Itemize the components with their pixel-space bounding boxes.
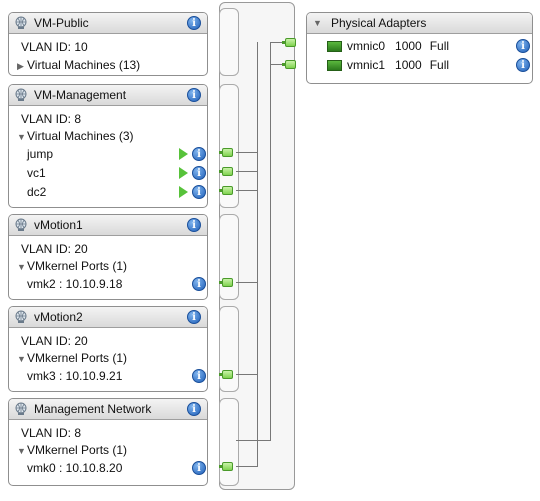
vlan-id-label: VLAN ID: 20 [21,334,88,348]
port-group-vm-public[interactable]: VM-Public i VLAN ID: 10 ▶ Virtual Machine… [8,12,208,76]
vlan-id-label: VLAN ID: 8 [21,426,82,440]
nic-speed: 1000 [395,58,422,72]
collapse-triangle-icon[interactable]: ▼ [313,18,323,28]
info-icon[interactable]: i [187,88,201,102]
port-connector-icon[interactable] [219,167,233,176]
vmkernel-port-item[interactable]: vmk2 : 10.10.9.18 [27,277,122,291]
port-connector-icon[interactable] [219,186,233,195]
collapse-triangle-icon[interactable]: ▼ [17,354,27,364]
port-connector-icon[interactable] [219,148,233,157]
physical-adapters-header[interactable]: ▼ Physical Adapters [307,13,532,34]
network-globe-icon [15,218,27,231]
port-group-title: vMotion2 [34,310,83,324]
section-label: VMkernel Ports (1) [27,259,128,273]
section-label: VMkernel Ports (1) [27,351,128,365]
info-icon[interactable]: i [187,402,201,416]
nic-card-icon [327,59,342,71]
vm-item-dc2[interactable]: dc2 [27,185,46,199]
vswitch-segment [219,398,239,486]
power-on-icon[interactable] [179,186,188,198]
section-toggle[interactable]: ▶ Virtual Machines (13) [17,58,140,72]
port-group-title: VM-Public [34,16,89,30]
port-connector-icon[interactable] [219,462,233,471]
port-group-vm-management[interactable]: VM-Management i VLAN ID: 8 ▼Virtual Mach… [8,84,208,208]
collapse-triangle-icon[interactable]: ▼ [17,262,27,272]
section-label: Virtual Machines (3) [27,129,134,143]
vmkernel-port-item[interactable]: vmk0 : 10.10.8.20 [27,461,122,475]
port-group-title: Management Network [34,402,152,416]
vlan-id-label: VLAN ID: 10 [21,40,88,54]
vmkernel-port-item[interactable]: vmk3 : 10.10.9.21 [27,369,122,383]
section-toggle[interactable]: ▼Virtual Machines (3) [17,129,134,143]
nic-name: vmnic1 [347,58,386,72]
collapse-triangle-icon[interactable]: ▼ [17,132,27,142]
section-label: VMkernel Ports (1) [27,443,128,457]
nic-row-vmnic1[interactable]: vmnic1 1000 Full [327,58,449,72]
collapse-triangle-icon[interactable]: ▼ [17,446,27,456]
section-toggle[interactable]: ▼VMkernel Ports (1) [17,443,127,457]
info-icon[interactable]: i [187,16,201,30]
info-icon[interactable]: i [192,277,206,291]
uplink-port-icon[interactable] [282,60,296,69]
vlan-id-label: VLAN ID: 8 [21,112,82,126]
port-group-header[interactable]: VM-Public i [9,13,207,34]
network-globe-icon [15,16,27,29]
network-globe-icon [15,402,27,415]
port-link-line [236,152,258,153]
port-link-line [236,282,258,283]
port-link-line [236,171,258,172]
uplink-port-icon[interactable] [282,38,296,47]
vm-item-jump[interactable]: jump [27,147,53,161]
power-on-icon[interactable] [179,148,188,160]
power-on-icon[interactable] [179,167,188,179]
port-connector-icon[interactable] [219,370,233,379]
network-globe-icon [15,310,27,323]
port-group-management-network[interactable]: Management Network i VLAN ID: 8 ▼VMkerne… [8,398,208,486]
section-toggle[interactable]: ▼VMkernel Ports (1) [17,259,127,273]
info-icon[interactable]: i [516,58,530,72]
vswitch-segment [219,306,239,392]
info-icon[interactable]: i [192,185,206,199]
port-connector-icon[interactable] [219,278,233,287]
port-group-header[interactable]: VM-Management i [9,85,207,106]
vswitch-segment [219,214,239,300]
network-globe-icon [15,88,27,101]
nic-row-vmnic0[interactable]: vmnic0 1000 Full [327,39,449,53]
port-group-header[interactable]: vMotion1 i [9,215,207,236]
port-group-title: vMotion1 [34,218,83,232]
physical-adapters-panel[interactable]: ▼ Physical Adapters vmnic0 1000 Full i v… [306,12,533,84]
info-icon[interactable]: i [192,461,206,475]
info-icon[interactable]: i [192,166,206,180]
info-icon[interactable]: i [192,369,206,383]
expand-triangle-icon[interactable]: ▶ [17,61,27,72]
vlan-id-label: VLAN ID: 20 [21,242,88,256]
port-link-line [236,190,258,191]
port-link-line [236,440,271,441]
physical-adapters-title: Physical Adapters [331,16,427,30]
port-group-header[interactable]: vMotion2 i [9,307,207,328]
nic-card-icon [327,40,342,52]
vswitch-bus-line [270,42,271,440]
nic-speed: 1000 [395,39,422,53]
nic-name: vmnic0 [347,39,386,53]
port-link-line [236,466,258,467]
port-group-vmotion1[interactable]: vMotion1 i VLAN ID: 20 ▼VMkernel Ports (… [8,214,208,300]
nic-duplex: Full [429,58,450,72]
vm-item-vc1[interactable]: vc1 [27,166,46,180]
port-link-line [236,374,258,375]
port-group-header[interactable]: Management Network i [9,399,207,420]
vswitch-bus-line [257,42,258,466]
section-label: Virtual Machines (13) [27,58,141,72]
port-group-vmotion2[interactable]: vMotion2 i VLAN ID: 20 ▼VMkernel Ports (… [8,306,208,392]
vswitch-segment [219,8,239,76]
info-icon[interactable]: i [192,147,206,161]
info-icon[interactable]: i [187,218,201,232]
nic-duplex: Full [429,39,450,53]
info-icon[interactable]: i [516,39,530,53]
info-icon[interactable]: i [187,310,201,324]
section-toggle[interactable]: ▼VMkernel Ports (1) [17,351,127,365]
port-group-title: VM-Management [34,88,127,102]
